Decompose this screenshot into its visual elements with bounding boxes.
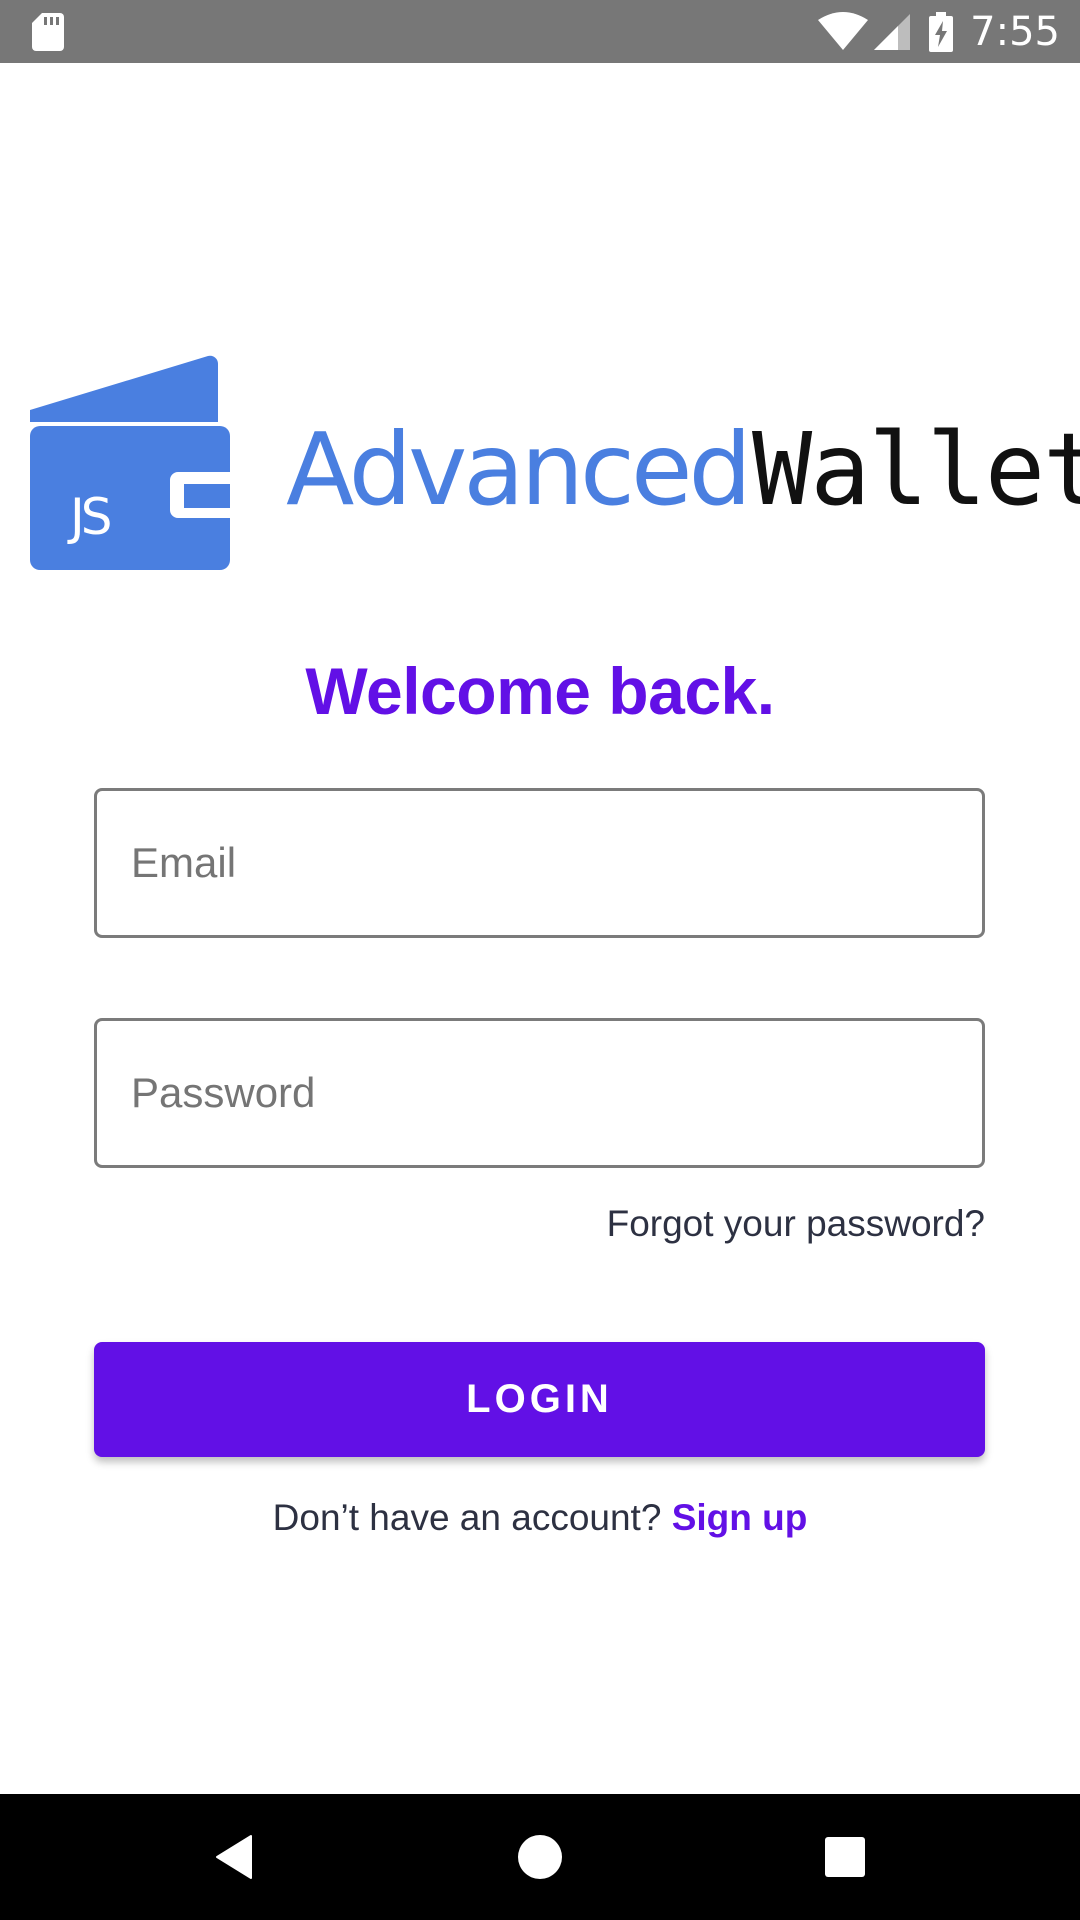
home-icon[interactable] <box>515 1832 565 1882</box>
battery-charging-icon <box>929 11 954 52</box>
forgot-password-link[interactable]: Forgot your password? <box>607 1203 985 1245</box>
welcome-title: Welcome back. <box>305 654 775 728</box>
logo-word-advanced: Advanced <box>286 411 752 528</box>
signup-prompt: Don’t have an account? <box>272 1497 662 1538</box>
password-field-container <box>94 1018 985 1168</box>
status-time: 7:55 <box>970 8 1060 55</box>
navigation-bar <box>0 1794 1080 1920</box>
password-input[interactable] <box>97 1021 982 1165</box>
login-screen: 7:55 JS Advanced Wallet Welcome back. Fo… <box>0 0 1080 1920</box>
signup-row: Don’t have an account? Sign up <box>0 1497 1080 1539</box>
wallet-badge-text: JS <box>67 488 110 546</box>
email-input[interactable] <box>97 791 982 935</box>
signal-icon <box>874 13 911 50</box>
login-button[interactable]: LOGIN <box>94 1342 985 1457</box>
sd-card-icon <box>32 13 64 51</box>
status-icons: 7:55 <box>818 0 1060 63</box>
status-bar: 7:55 <box>0 0 1080 63</box>
signup-link[interactable]: Sign up <box>672 1497 808 1538</box>
email-field-container <box>94 788 985 938</box>
back-icon[interactable] <box>213 1832 263 1882</box>
logo-word-wallet: Wallet <box>752 411 1080 528</box>
recents-icon[interactable] <box>820 1832 870 1882</box>
wallet-icon: JS <box>30 355 230 570</box>
wifi-icon <box>818 11 869 50</box>
